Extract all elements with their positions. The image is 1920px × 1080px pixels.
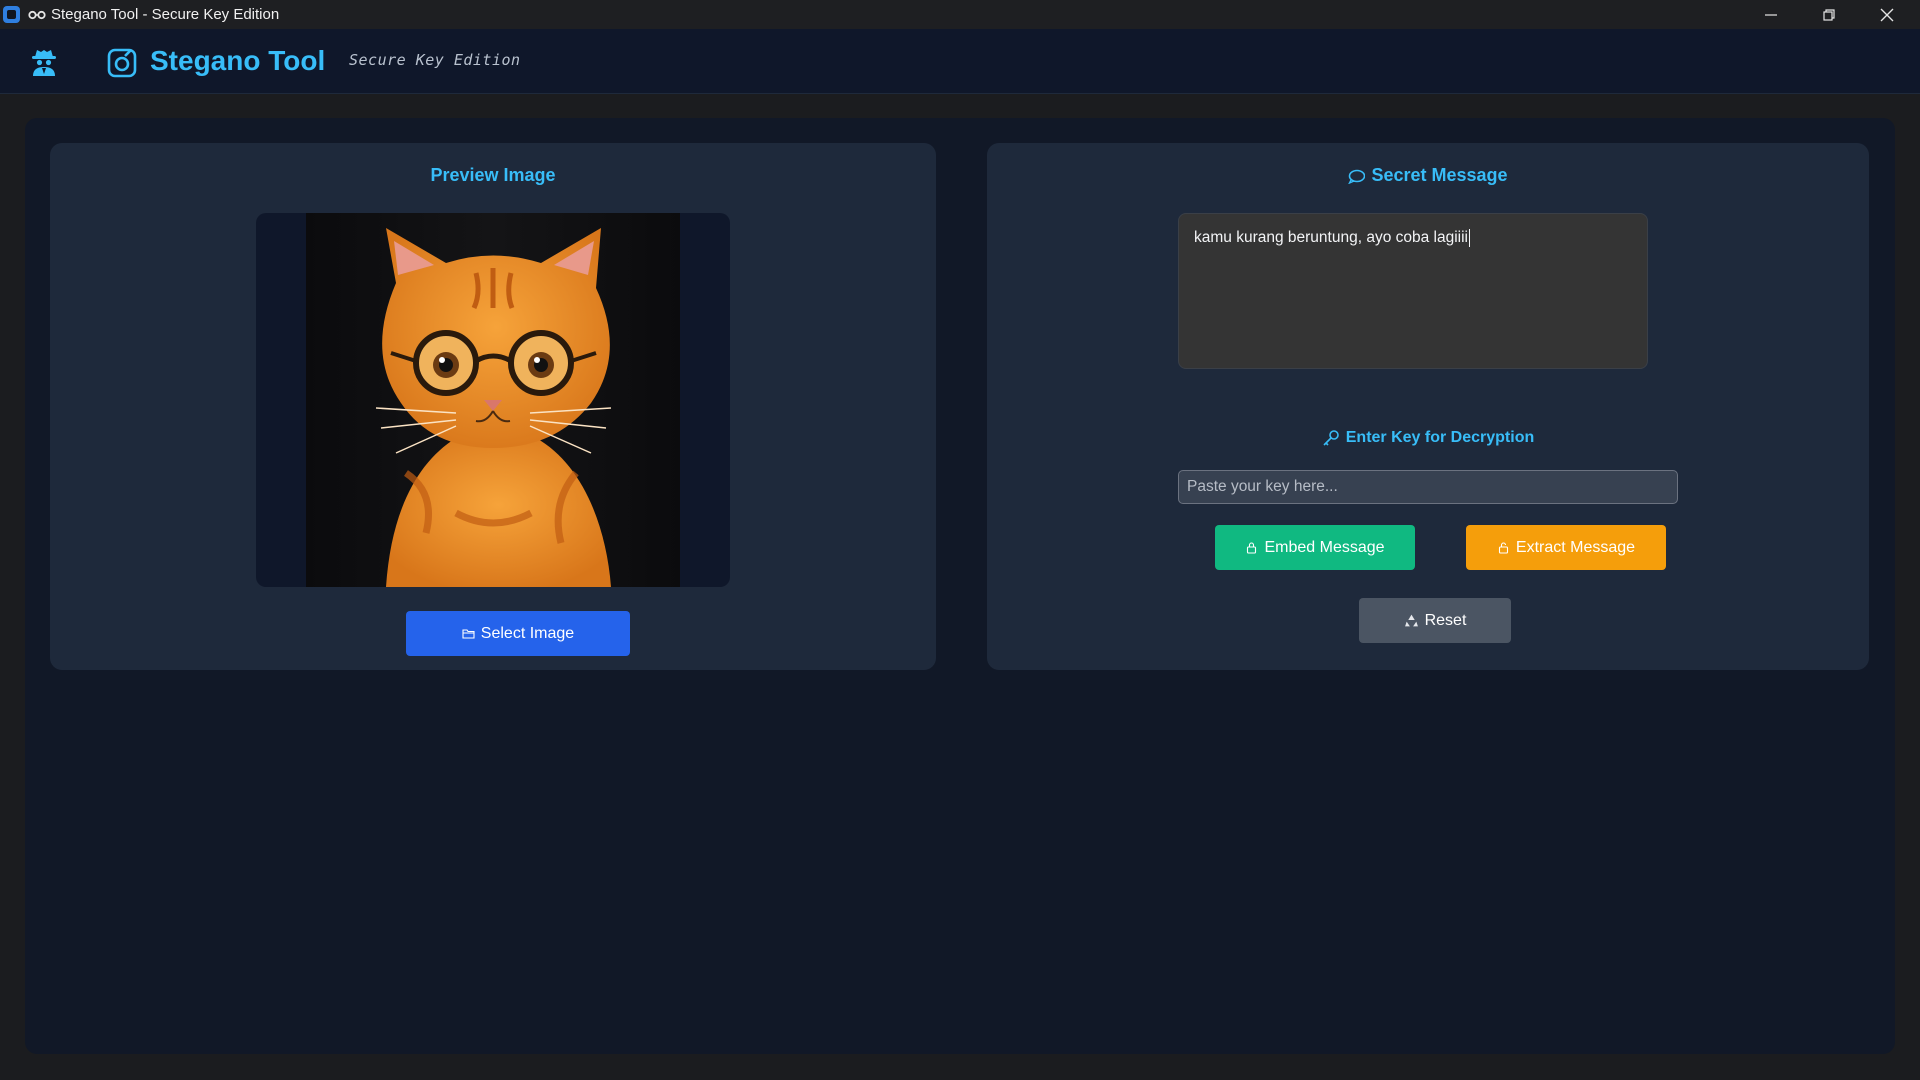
camera-icon xyxy=(107,48,137,78)
key-label: Enter Key for Decryption xyxy=(1345,429,1535,447)
embed-message-label: Embed Message xyxy=(1264,538,1385,556)
extract-message-button[interactable]: Extract Message xyxy=(1466,525,1666,570)
close-button[interactable] xyxy=(1858,0,1916,29)
text-caret xyxy=(1469,229,1471,247)
app-header: Stegano Tool Secure Key Edition xyxy=(0,29,1920,94)
secret-message-text: kamu kurang beruntung, ayo coba lagiiii xyxy=(1194,229,1469,247)
window-titlebar: Stegano Tool - Secure Key Edition xyxy=(0,0,1920,29)
select-image-button[interactable]: Select Image xyxy=(406,611,630,656)
unlock-icon xyxy=(1498,542,1508,554)
preview-image-frame xyxy=(256,213,730,587)
extract-message-label: Extract Message xyxy=(1515,538,1636,556)
speech-bubble-icon xyxy=(1348,169,1366,184)
app-tagline: Secure Key Edition xyxy=(349,51,521,69)
preview-panel: Preview Image Select Image xyxy=(50,143,936,670)
close-icon xyxy=(1880,8,1894,21)
app-brand: Stegano Tool xyxy=(150,45,326,76)
glasses-icon xyxy=(28,10,46,19)
select-image-label: Select Image xyxy=(480,624,575,642)
secret-message-title: Secret Message xyxy=(1371,165,1508,185)
minimize-button[interactable] xyxy=(1742,0,1800,29)
folder-icon xyxy=(462,629,475,639)
key-label-row: Enter Key for Decryption xyxy=(987,429,1869,447)
app-icon xyxy=(3,6,20,23)
restore-icon xyxy=(1823,8,1835,21)
key-input[interactable] xyxy=(1178,470,1678,504)
recycle-icon xyxy=(1404,614,1418,627)
secret-message-panel: Secret Message kamu kurang beruntung, ay… xyxy=(987,143,1869,670)
spy-icon xyxy=(32,50,56,76)
main-container: Preview Image Select Image Secret Messag… xyxy=(25,118,1895,1054)
restore-button[interactable] xyxy=(1800,0,1858,29)
key-icon xyxy=(1323,430,1339,446)
secret-message-textarea[interactable]: kamu kurang beruntung, ayo coba lagiiii xyxy=(1178,213,1648,369)
secret-message-title-row: Secret Message xyxy=(987,165,1869,186)
minimize-icon xyxy=(1765,13,1777,16)
cat-image xyxy=(306,213,680,587)
embed-message-button[interactable]: Embed Message xyxy=(1215,525,1415,570)
lock-icon xyxy=(1247,542,1257,554)
window-title: Stegano Tool - Secure Key Edition xyxy=(51,6,280,23)
preview-title: Preview Image xyxy=(430,165,556,185)
reset-label: Reset xyxy=(1424,611,1467,629)
reset-button[interactable]: Reset xyxy=(1359,598,1511,643)
